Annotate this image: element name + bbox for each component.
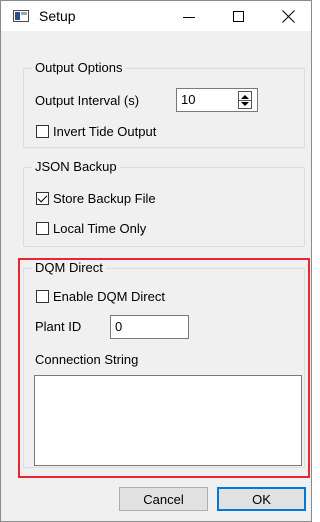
local-time-label: Local Time Only [53,221,147,236]
setup-dialog: Setup Output Options Output Interval (s)… [0,0,312,522]
local-time-checkbox-row[interactable]: Local Time Only [36,221,146,236]
minimize-button[interactable] [167,1,211,31]
interval-spinner[interactable] [238,91,252,109]
store-backup-label: Store Backup File [53,191,156,206]
json-backup-group: JSON Backup Store Backup File Local Time… [23,159,305,247]
output-options-group: Output Options Output Interval (s) 10 In… [23,60,305,148]
close-button[interactable] [267,1,311,31]
minimize-icon [183,16,195,18]
maximize-icon [232,10,244,22]
title-bar[interactable]: Setup [1,1,311,31]
json-backup-legend: JSON Backup [32,159,120,174]
invert-tide-checkbox-row[interactable]: Invert Tide Output [36,124,156,139]
close-icon [282,9,296,23]
output-options-legend: Output Options [32,60,126,75]
invert-tide-label: Invert Tide Output [53,124,157,139]
window-title: Setup [39,8,76,24]
output-interval-label: Output Interval (s) [35,93,140,108]
output-interval-value: 10 [181,92,196,107]
cancel-button[interactable]: Cancel [119,487,208,511]
store-backup-checkbox[interactable] [36,192,49,205]
ok-button[interactable]: OK [217,487,306,511]
local-time-checkbox[interactable] [36,222,49,235]
maximize-button[interactable] [216,1,260,31]
app-icon [13,10,29,22]
highlight-box [18,258,310,478]
spinner-divider [239,100,251,101]
store-backup-checkbox-row[interactable]: Store Backup File [36,191,156,206]
invert-tide-checkbox[interactable] [36,125,49,138]
spin-up-icon[interactable] [241,95,249,99]
spin-down-icon[interactable] [241,102,249,106]
output-interval-input[interactable]: 10 [176,88,258,112]
